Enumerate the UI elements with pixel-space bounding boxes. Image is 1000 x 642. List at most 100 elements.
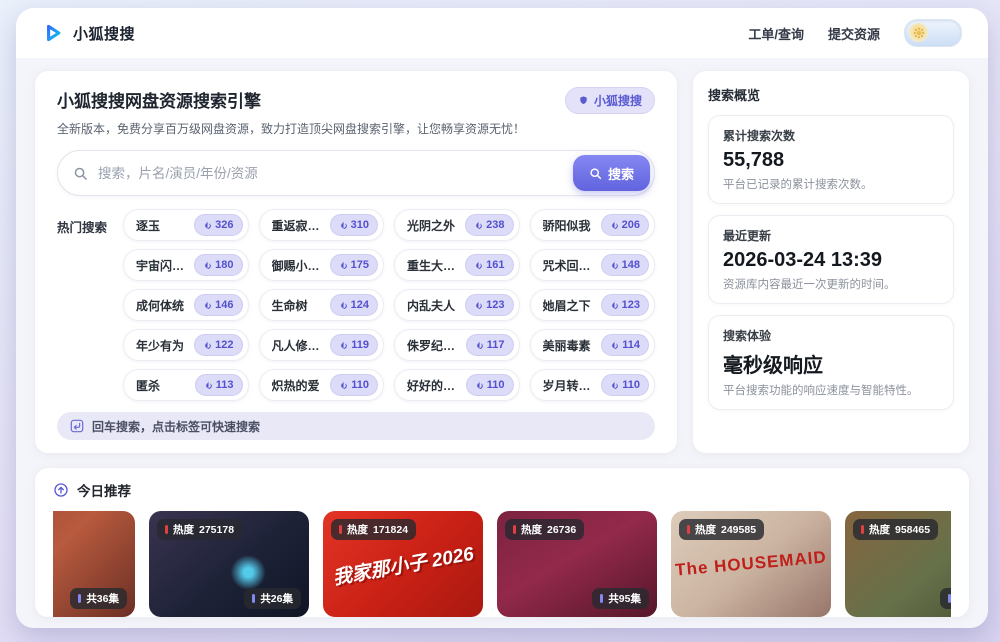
- nav-right: 工单/查询 提交资源: [748, 19, 962, 47]
- hot-tag-count: 238: [486, 219, 504, 231]
- search-hint-text: 回车搜索，点击标签可快速搜索: [92, 418, 260, 435]
- heat-badge: 热度 275178: [157, 519, 242, 540]
- hot-tag-count-badge: 114: [601, 334, 649, 356]
- episodes-count: 共26集: [260, 591, 293, 606]
- heat-label: 热度: [521, 522, 542, 537]
- episodes-bar-icon: [600, 594, 603, 603]
- heat-badge: 热度 171824: [331, 519, 416, 540]
- search-hero-card: 小狐搜搜网盘资源搜索引擎 小狐搜搜 全新版本，免费分享百万级网盘资源，致力打造顶…: [34, 70, 678, 454]
- flame-icon: [203, 340, 212, 350]
- flame-icon: [203, 220, 212, 230]
- flame-icon: [474, 300, 483, 310]
- stat-card: 最近更新 2026-03-24 13:39 资源库内容最近一次更新的时间。: [708, 215, 954, 304]
- hot-tag-name: 美丽毒素: [543, 337, 591, 354]
- hot-search-tag[interactable]: 逐玉 326: [123, 209, 249, 241]
- hot-search-tag[interactable]: 凡人修仙传 119: [259, 329, 385, 361]
- hot-tag-count-badge: 238: [465, 214, 513, 236]
- hot-tag-name: 光阴之外: [407, 217, 455, 234]
- poster-image[interactable]: 热度 958465 共40集: [845, 511, 951, 617]
- hot-search-tag[interactable]: 御赐小仵作2 175: [259, 249, 385, 281]
- poster-card[interactable]: 热度 26736 共95集 短剧 热榜都市脑洞: [497, 511, 657, 618]
- poster-card[interactable]: 共36集 剧情 爱情: [53, 511, 135, 618]
- poster-card[interactable]: 热度 958465 共40集 电视剧 热榜剧情: [845, 511, 951, 618]
- stat-label: 最近更新: [723, 227, 939, 244]
- heat-value: 171824: [373, 524, 408, 536]
- heat-value: 249585: [721, 524, 756, 536]
- hot-tag-count: 161: [486, 259, 504, 271]
- hot-search-tag[interactable]: 生命树 124: [259, 289, 385, 321]
- poster-card[interactable]: 我家那小子 2026 热度 171824 综艺 热榜真人秀: [323, 511, 483, 618]
- hot-tag-count: 180: [215, 259, 233, 271]
- hot-search-tag[interactable]: 重返寂静岭 310: [259, 209, 385, 241]
- flame-icon: [610, 220, 619, 230]
- poster-image[interactable]: 共36集: [53, 511, 135, 617]
- posters-row: 共36集 剧情 爱情 热度 275178 共26集 动漫 热榜动作动画 我家那小…: [53, 511, 951, 618]
- hot-search-tag[interactable]: 宇宙闪烁请注意 180: [123, 249, 249, 281]
- poster-card[interactable]: The HOUSEMAID 热度 249585 电影 热榜剧情悬疑: [671, 511, 831, 618]
- hot-tag-count: 206: [622, 219, 640, 231]
- page-title: 小狐搜搜网盘资源搜索引擎: [57, 87, 261, 112]
- hot-search-tag[interactable]: 美丽毒素 114: [530, 329, 656, 361]
- hot-tag-count-badge: 117: [466, 334, 514, 356]
- hot-tag-name: 岁月转角再相逢: [543, 377, 602, 394]
- hot-search-tag[interactable]: 炽热的爱 110: [259, 369, 385, 401]
- recommend-header: 今日推荐: [53, 480, 951, 500]
- search-input[interactable]: [96, 165, 573, 182]
- hot-tag-name: 骄阳似我: [543, 217, 591, 234]
- hero-subtitle: 全新版本，免费分享百万级网盘资源，致力打造顶尖网盘搜索引擎，让您畅享资源无忧！: [57, 120, 655, 137]
- brand-badge-label: 小狐搜搜: [594, 92, 642, 109]
- hot-tag-name: 重返寂静岭: [272, 217, 330, 234]
- hot-search-tag[interactable]: 岁月转角再相逢 110: [530, 369, 656, 401]
- heat-badge: 热度 249585: [679, 519, 764, 540]
- hot-tag-count: 113: [216, 379, 234, 391]
- stats-list: 累计搜索次数 55,788 平台已记录的累计搜索次数。 最近更新 2026-03…: [708, 115, 954, 410]
- hot-search-tag[interactable]: 成何体统 146: [123, 289, 249, 321]
- hot-tag-name: 她眉之下: [543, 297, 591, 314]
- hot-tag-count-badge: 310: [330, 214, 378, 236]
- heat-badge: 热度 26736: [505, 519, 584, 540]
- hot-tag-name: 凡人修仙传: [272, 337, 331, 354]
- hot-search-tag[interactable]: 年少有为 122: [123, 329, 249, 361]
- poster-card[interactable]: 热度 275178 共26集 动漫 热榜动作动画: [149, 511, 309, 618]
- hot-search-tag[interactable]: 她眉之下 123: [530, 289, 656, 321]
- flame-icon: [339, 380, 348, 390]
- hot-tag-name: 御赐小仵作2: [272, 257, 330, 274]
- hot-search-tag[interactable]: 匿杀 113: [123, 369, 249, 401]
- poster-image[interactable]: The HOUSEMAID 热度 249585: [671, 511, 831, 617]
- page-background: 小狐搜搜 工单/查询 提交资源: [0, 0, 1000, 642]
- hot-tag-count-badge: 110: [466, 374, 514, 396]
- brand[interactable]: 小狐搜搜: [42, 22, 135, 44]
- nav-link-submit[interactable]: 提交资源: [828, 24, 880, 43]
- stat-value: 毫秒级响应: [723, 349, 939, 378]
- hot-tag-count: 119: [351, 339, 369, 351]
- hot-tag-name: 成何体统: [136, 297, 184, 314]
- nav-link-tickets[interactable]: 工单/查询: [748, 24, 804, 43]
- flame-icon: [203, 300, 212, 310]
- poster-image[interactable]: 热度 275178 共26集: [149, 511, 309, 617]
- hot-search-tag[interactable]: 光阴之外 238: [394, 209, 520, 241]
- today-recommend-card: 今日推荐 共36集 剧情 爱情 热度 27517: [34, 467, 970, 618]
- flame-icon: [475, 380, 484, 390]
- hot-search-tag[interactable]: 好好的时光 110: [394, 369, 520, 401]
- hot-tag-count-badge: 161: [465, 254, 513, 276]
- poster-image[interactable]: 我家那小子 2026 热度 171824: [323, 511, 483, 617]
- flame-icon: [610, 300, 619, 310]
- flame-icon: [203, 260, 212, 270]
- hot-search-tag[interactable]: 内乱夫人 123: [394, 289, 520, 321]
- episodes-badge: 共36集: [70, 588, 127, 609]
- poster-image[interactable]: 热度 26736 共95集: [497, 511, 657, 617]
- hot-tag-count: 122: [215, 339, 233, 351]
- heat-bar-icon: [861, 525, 864, 534]
- theme-toggle[interactable]: [904, 19, 962, 47]
- navbar: 小狐搜搜 工单/查询 提交资源: [16, 8, 988, 58]
- flame-icon: [475, 340, 484, 350]
- heat-label: 热度: [347, 522, 368, 537]
- stat-value: 55,788: [723, 149, 939, 172]
- hot-search-tag[interactable]: 重生大宗师，... 161: [394, 249, 520, 281]
- stat-label: 累计搜索次数: [723, 127, 939, 144]
- stat-label: 搜索体验: [723, 327, 939, 344]
- search-button[interactable]: 搜索: [573, 155, 650, 191]
- hot-search-tag[interactable]: 侏罗纪世界：... 117: [394, 329, 520, 361]
- hot-search-tag[interactable]: 咒术回战+第... 148: [530, 249, 656, 281]
- hot-search-tag[interactable]: 骄阳似我 206: [530, 209, 656, 241]
